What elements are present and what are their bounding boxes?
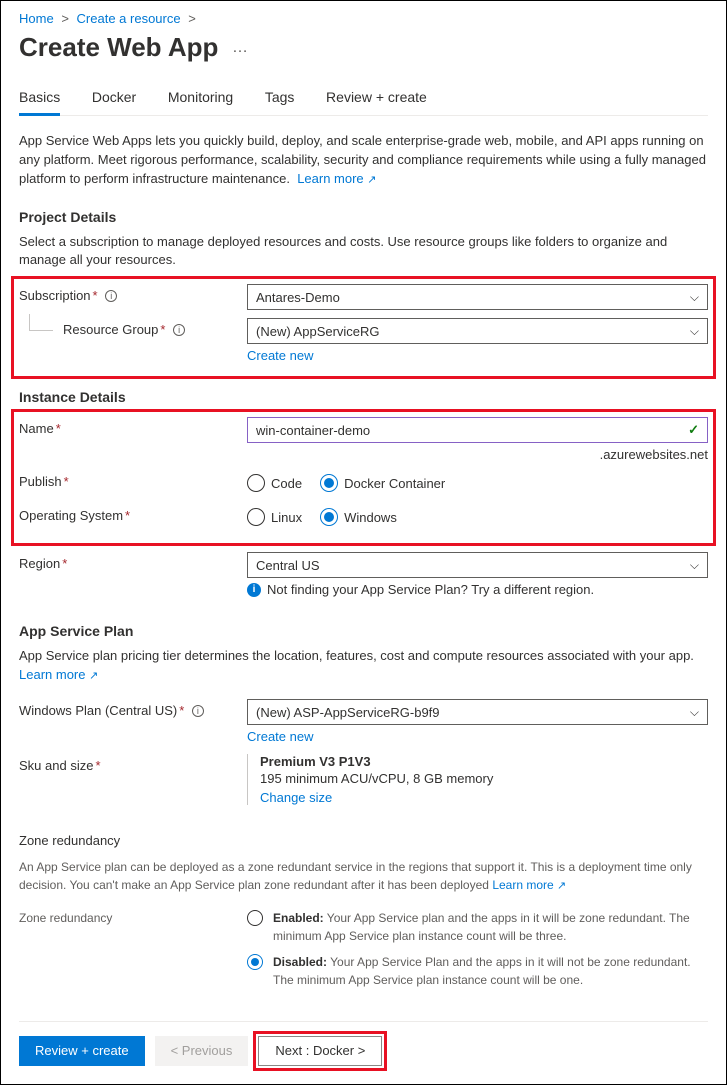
- windows-plan-label: Windows Plan (Central US)* i: [19, 699, 247, 718]
- subscription-select[interactable]: Antares-Demo ⌵: [247, 284, 708, 310]
- url-suffix: .azurewebsites.net: [247, 447, 708, 462]
- os-linux-radio[interactable]: Linux: [247, 508, 302, 526]
- breadcrumb: Home > Create a resource >: [19, 11, 708, 26]
- chevron-down-icon: ⌵: [690, 324, 699, 339]
- chevron-down-icon: ⌵: [690, 558, 699, 573]
- zone-redundancy-caption: An App Service plan can be deployed as a…: [19, 858, 708, 895]
- publish-code-radio[interactable]: Code: [247, 474, 302, 492]
- zone-enabled-radio[interactable]: Enabled: Your App Service plan and the a…: [247, 909, 708, 945]
- external-link-icon: ↗: [557, 880, 566, 892]
- tab-basics[interactable]: Basics: [19, 81, 60, 116]
- sku-desc: 195 minimum ACU/vCPU, 8 GB memory: [260, 771, 708, 786]
- page-title: Create Web App: [19, 32, 218, 63]
- region-select[interactable]: Central US ⌵: [247, 552, 708, 578]
- external-link-icon: ↗: [89, 670, 98, 682]
- info-icon: i: [247, 583, 261, 597]
- app-service-plan-heading: App Service Plan: [19, 623, 708, 639]
- intro-text: App Service Web Apps lets you quickly bu…: [19, 132, 708, 189]
- os-label: Operating System*: [19, 504, 247, 523]
- app-service-plan-caption: App Service plan pricing tier determines…: [19, 647, 708, 685]
- info-icon[interactable]: i: [192, 705, 204, 717]
- zone-redundancy-label: Zone redundancy: [19, 909, 247, 925]
- info-icon[interactable]: i: [105, 290, 117, 302]
- learn-more-plan-link[interactable]: Learn more ↗: [19, 667, 98, 682]
- name-input[interactable]: win-container-demo ✓: [247, 417, 708, 443]
- breadcrumb-home[interactable]: Home: [19, 11, 54, 26]
- name-label: Name*: [19, 417, 247, 436]
- external-link-icon: ↗: [367, 174, 376, 186]
- next-docker-button[interactable]: Next : Docker >: [258, 1036, 382, 1066]
- resource-group-label: Resource Group* i: [19, 318, 247, 337]
- learn-more-zone-link[interactable]: Learn more ↗: [492, 878, 566, 892]
- project-details-heading: Project Details: [19, 209, 708, 225]
- sku-label: Sku and size*: [19, 754, 247, 773]
- instance-details-heading: Instance Details: [19, 389, 708, 405]
- sku-title: Premium V3 P1V3: [260, 754, 708, 769]
- os-windows-radio[interactable]: Windows: [320, 508, 397, 526]
- tab-docker[interactable]: Docker: [92, 81, 136, 113]
- breadcrumb-create-resource[interactable]: Create a resource: [77, 11, 181, 26]
- review-create-button[interactable]: Review + create: [19, 1036, 145, 1066]
- resource-group-select[interactable]: (New) AppServiceRG ⌵: [247, 318, 708, 344]
- info-icon[interactable]: i: [173, 324, 185, 336]
- tab-monitoring[interactable]: Monitoring: [168, 81, 233, 113]
- chevron-down-icon: ⌵: [690, 290, 699, 305]
- publish-label: Publish*: [19, 470, 247, 489]
- windows-plan-select[interactable]: (New) ASP-AppServiceRG-b9f9 ⌵: [247, 699, 708, 725]
- previous-button[interactable]: < Previous: [155, 1036, 249, 1066]
- tab-tags[interactable]: Tags: [265, 81, 295, 113]
- create-new-plan-link[interactable]: Create new: [247, 729, 313, 744]
- change-size-link[interactable]: Change size: [260, 790, 332, 805]
- region-label: Region*: [19, 552, 247, 571]
- check-icon: ✓: [688, 422, 699, 438]
- project-details-caption: Select a subscription to manage deployed…: [19, 233, 708, 271]
- footer-bar: Review + create < Previous Next : Docker…: [19, 1021, 708, 1066]
- learn-more-link[interactable]: Learn more ↗: [297, 171, 376, 186]
- chevron-down-icon: ⌵: [690, 705, 699, 720]
- tab-bar: Basics Docker Monitoring Tags Review + c…: [19, 81, 708, 116]
- create-new-rg-link[interactable]: Create new: [247, 348, 313, 363]
- publish-docker-radio[interactable]: Docker Container: [320, 474, 445, 492]
- region-hint: i Not finding your App Service Plan? Try…: [247, 582, 708, 597]
- zone-redundancy-heading: Zone redundancy: [19, 833, 708, 848]
- more-icon[interactable]: …: [232, 39, 248, 56]
- chevron-right-icon: >: [188, 11, 196, 26]
- zone-disabled-radio[interactable]: Disabled: Your App Service Plan and the …: [247, 953, 708, 989]
- tab-review[interactable]: Review + create: [326, 81, 427, 113]
- chevron-right-icon: >: [61, 11, 69, 26]
- subscription-label: Subscription* i: [19, 284, 247, 303]
